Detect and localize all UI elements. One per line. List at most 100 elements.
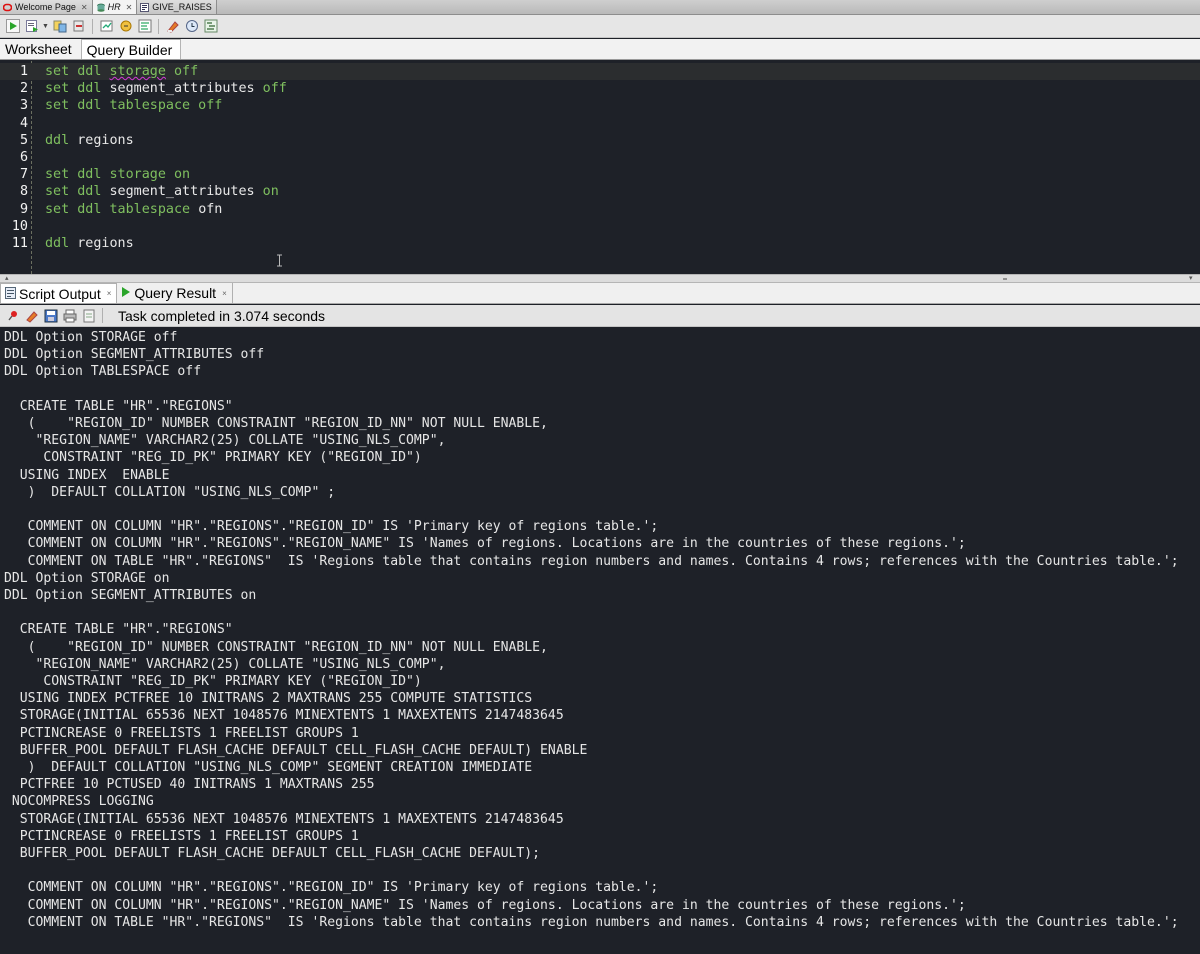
print-icon[interactable] bbox=[61, 307, 78, 324]
code-text: set ddl tablespace off bbox=[45, 97, 222, 114]
run-icon bbox=[121, 285, 131, 301]
tuning-icon[interactable] bbox=[98, 18, 115, 35]
code-text: ddl regions bbox=[45, 235, 134, 252]
output-line: PCTFREE 10 PCTUSED 40 INITRANS 1 MAXTRAN… bbox=[4, 777, 375, 793]
editor-line[interactable]: 3 set ddl tablespace off bbox=[0, 97, 1200, 114]
rollback-icon[interactable] bbox=[70, 18, 87, 35]
editor-line[interactable]: 2 set ddl segment_attributes off bbox=[0, 80, 1200, 97]
collapse-up-icon[interactable]: ▴ bbox=[5, 275, 9, 283]
tab-give-raises[interactable]: GIVE_RAISES bbox=[137, 0, 217, 14]
output-line: ( "REGION_ID" NUMBER CONSTRAINT "REGION_… bbox=[4, 639, 548, 655]
run-statement-icon[interactable] bbox=[4, 18, 21, 35]
tab-label: Welcome Page bbox=[15, 2, 76, 12]
sql-keyword: set ddl tablespace off bbox=[45, 98, 223, 114]
sql-editor[interactable]: 1 set ddl storage off 2 set ddl segment_att… bbox=[0, 61, 1200, 274]
output-toolbar: Task completed in 3.074 seconds bbox=[0, 305, 1200, 327]
sql-identifier: ofn bbox=[198, 201, 223, 217]
collapse-down-icon[interactable]: ▾ bbox=[1189, 275, 1193, 283]
pin-icon[interactable] bbox=[4, 307, 21, 324]
output-line: COMMENT ON COLUMN "HR"."REGIONS"."REGION… bbox=[4, 536, 966, 552]
editor-line[interactable]: 5 ddl regions bbox=[0, 132, 1200, 149]
code-text: set ddl segment_attributes off bbox=[45, 80, 287, 97]
sql-identifier: segment_attributes bbox=[109, 184, 255, 200]
tab-query-result[interactable]: Query Result × bbox=[117, 283, 233, 303]
output-line: COMMENT ON TABLE "HR"."REGIONS" IS 'Regi… bbox=[4, 553, 1179, 569]
tab-hr[interactable]: HR ✕ bbox=[92, 0, 138, 14]
clear-icon[interactable] bbox=[164, 18, 181, 35]
commit-icon[interactable] bbox=[51, 18, 68, 35]
output-line: DDL Option SEGMENT_ATTRIBUTES on bbox=[4, 588, 257, 603]
output-line: DDL Option STORAGE off bbox=[4, 330, 178, 345]
line-number: 11 bbox=[11, 236, 28, 251]
explain-plan-icon[interactable] bbox=[136, 18, 153, 35]
splitter-grip[interactable] bbox=[1003, 278, 1007, 280]
output-line: ( "REGION_ID" NUMBER CONSTRAINT "REGION_… bbox=[4, 416, 548, 431]
output-line: "REGION_NAME" VARCHAR2(25) COLLATE "USIN… bbox=[4, 433, 446, 449]
procedure-icon bbox=[140, 2, 150, 12]
line-number: 1 bbox=[19, 64, 28, 79]
editor-line[interactable]: 7 set ddl storage on bbox=[0, 166, 1200, 183]
run-script-icon[interactable] bbox=[23, 18, 40, 35]
database-connection-icon bbox=[96, 3, 105, 12]
format-icon[interactable] bbox=[202, 18, 219, 35]
tab-label: GIVE_RAISES bbox=[152, 2, 212, 12]
tab-welcome-page[interactable]: Welcome Page ✕ bbox=[0, 0, 93, 14]
toolbar-separator bbox=[92, 18, 93, 34]
open-file-icon[interactable] bbox=[80, 307, 97, 324]
pane-splitter[interactable]: ▴ ▾ bbox=[0, 274, 1200, 283]
autotrace-icon[interactable] bbox=[117, 18, 134, 35]
sql-keyword: ddl bbox=[45, 132, 78, 148]
line-number: 4 bbox=[19, 115, 28, 131]
output-line: STORAGE(INITIAL 65536 NEXT 1048576 MINEX… bbox=[4, 708, 564, 724]
editor-line[interactable]: 4 bbox=[0, 115, 1200, 132]
line-number: 5 bbox=[19, 132, 28, 148]
sql-identifier: segment_attributes bbox=[109, 81, 255, 97]
editor-line[interactable]: 9 set ddl tablespace ofn bbox=[0, 201, 1200, 218]
task-status-text: Task completed in 3.074 seconds bbox=[118, 307, 326, 324]
code-text: set ddl tablespace ofn bbox=[45, 201, 222, 218]
sql-keyword: set ddl tablespace bbox=[45, 201, 199, 217]
editor-line[interactable]: 6 bbox=[0, 149, 1200, 166]
output-line: ) DEFAULT COLLATION "USING_NLS_COMP" SEG… bbox=[4, 760, 533, 775]
line-number: 2 bbox=[19, 81, 28, 97]
chevron-down-icon[interactable]: ▼ bbox=[42, 23, 49, 30]
tab-worksheet[interactable]: Worksheet bbox=[0, 39, 80, 59]
sql-keyword: set ddl bbox=[45, 64, 110, 79]
output-line: COMMENT ON TABLE "HR"."REGIONS" IS 'Regi… bbox=[4, 914, 1179, 930]
output-line: CONSTRAINT "REG_ID_PK" PRIMARY KEY ("REG… bbox=[4, 450, 422, 466]
output-line: CONSTRAINT "REG_ID_PK" PRIMARY KEY ("REG… bbox=[4, 674, 422, 689]
line-number: 6 bbox=[19, 150, 28, 165]
tab-script-output[interactable]: Script Output × bbox=[0, 283, 118, 303]
sql-keyword: set ddl bbox=[45, 81, 110, 97]
close-icon[interactable]: ✕ bbox=[81, 3, 88, 12]
output-line: CREATE TABLE "HR"."REGIONS" bbox=[4, 398, 233, 414]
script-output-panel[interactable]: DDL Option STORAGE off DDL Option SEGMENT… bbox=[0, 328, 1200, 954]
toolbar-separator bbox=[158, 18, 159, 34]
close-icon[interactable]: × bbox=[222, 289, 227, 298]
oracle-icon bbox=[3, 3, 12, 12]
editor-line[interactable]: 1 set ddl storage off bbox=[0, 63, 1200, 80]
output-line: PCTINCREASE 0 FREELISTS 1 FREELIST GROUP… bbox=[4, 828, 359, 844]
code-text: set ddl storage on bbox=[45, 166, 190, 183]
eraser-icon[interactable] bbox=[23, 307, 40, 324]
tab-query-builder[interactable]: Query Builder bbox=[80, 39, 182, 59]
close-icon[interactable]: × bbox=[107, 289, 112, 298]
editor-line[interactable]: 10 bbox=[0, 218, 1200, 235]
sql-keyword: off bbox=[165, 64, 199, 79]
sql-identifier: regions bbox=[77, 132, 134, 148]
sql-identifier: storage bbox=[109, 64, 166, 79]
save-icon[interactable] bbox=[42, 307, 59, 324]
output-line: DDL Option SEGMENT_ATTRIBUTES off bbox=[4, 347, 265, 363]
toolbar-separator bbox=[102, 308, 103, 323]
editor-line[interactable]: 8 set ddl segment_attributes on bbox=[0, 183, 1200, 200]
code-text: set ddl segment_attributes on bbox=[45, 183, 279, 200]
sql-keyword: on bbox=[254, 184, 279, 200]
line-number: 8 bbox=[19, 184, 28, 200]
close-icon[interactable]: ✕ bbox=[126, 3, 133, 12]
output-line: BUFFER_POOL DEFAULT FLASH_CACHE DEFAULT … bbox=[4, 846, 541, 861]
history-icon[interactable] bbox=[183, 18, 200, 35]
sql-identifier: regions bbox=[77, 236, 134, 251]
tab-label: Script Output bbox=[19, 285, 101, 302]
script-output-icon bbox=[5, 286, 16, 302]
editor-line[interactable]: 11 ddl regions bbox=[0, 235, 1200, 252]
